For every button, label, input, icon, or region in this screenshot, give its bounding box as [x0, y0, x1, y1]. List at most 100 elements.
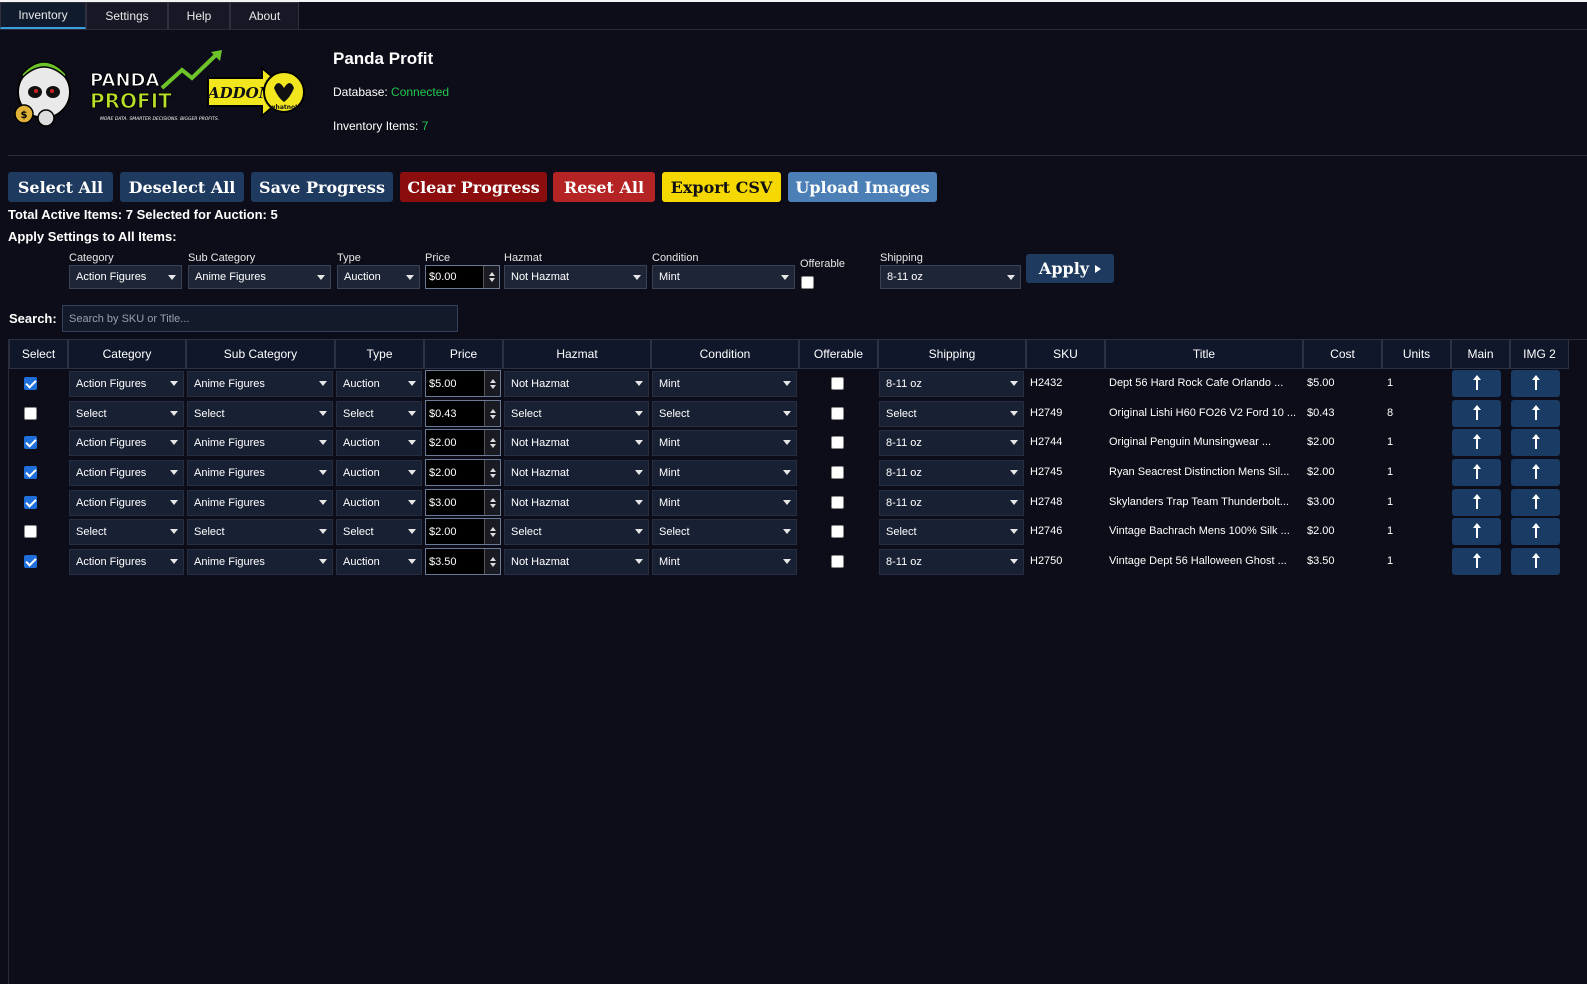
row-type-select[interactable]: Auction [336, 549, 422, 575]
column-header-hazmat[interactable]: Hazmat [503, 339, 651, 369]
row-hazmat-select[interactable]: Not Hazmat [504, 460, 649, 486]
row-condition-select[interactable]: Mint [652, 430, 797, 456]
row-sub-category-select[interactable]: Select [187, 519, 333, 545]
row-category-select[interactable]: Action Figures [69, 430, 184, 456]
column-header-type[interactable]: Type [335, 339, 424, 369]
column-header-price[interactable]: Price [424, 339, 503, 369]
column-header-sub-category[interactable]: Sub Category [186, 339, 335, 369]
row-img2-upload-button[interactable] [1511, 400, 1560, 427]
clear-progress-button[interactable]: Clear Progress [400, 172, 547, 202]
row-sub-category-select[interactable]: Anime Figures [187, 460, 333, 486]
row-type-select[interactable]: Auction [336, 371, 422, 397]
save-progress-button[interactable]: Save Progress [251, 172, 393, 202]
column-header-units[interactable]: Units [1382, 339, 1451, 369]
row-shipping-select[interactable]: Select [879, 401, 1024, 427]
row-select-checkbox[interactable] [24, 525, 37, 538]
spinner-arrows-icon[interactable] [483, 266, 499, 288]
row-condition-select[interactable]: Select [652, 401, 797, 427]
row-img2-upload-button[interactable] [1511, 489, 1560, 516]
row-category-select[interactable]: Action Figures [69, 371, 184, 397]
row-main-image-upload-button[interactable] [1452, 370, 1501, 397]
row-select-checkbox[interactable] [24, 377, 37, 390]
row-type-select[interactable]: Auction [336, 460, 422, 486]
row-hazmat-select[interactable]: Not Hazmat [504, 430, 649, 456]
apply-hazmat-select[interactable]: Not Hazmat [504, 265, 647, 289]
column-header-category[interactable]: Category [68, 339, 186, 369]
apply-type-select[interactable]: Auction [337, 265, 420, 289]
row-main-image-upload-button[interactable] [1452, 489, 1501, 516]
row-offerable-checkbox[interactable] [831, 466, 844, 479]
spinner-arrows-icon[interactable] [484, 490, 500, 515]
apply-offerable-checkbox[interactable] [801, 276, 814, 289]
row-offerable-checkbox[interactable] [831, 496, 844, 509]
row-price-input[interactable]: $2.00 [425, 429, 501, 456]
column-header-condition[interactable]: Condition [651, 339, 799, 369]
row-condition-select[interactable]: Select [652, 519, 797, 545]
row-main-image-upload-button[interactable] [1452, 518, 1501, 545]
tab-inventory[interactable]: Inventory [0, 2, 86, 29]
export-csv-button[interactable]: Export CSV [662, 172, 781, 202]
row-shipping-select[interactable]: 8-11 oz [879, 549, 1024, 575]
deselect-all-button[interactable]: Deselect All [120, 172, 244, 202]
row-condition-select[interactable]: Mint [652, 371, 797, 397]
row-price-input[interactable]: $3.00 [425, 489, 501, 516]
row-sub-category-select[interactable]: Select [187, 401, 333, 427]
row-select-checkbox[interactable] [24, 436, 37, 449]
row-condition-select[interactable]: Mint [652, 549, 797, 575]
row-sub-category-select[interactable]: Anime Figures [187, 490, 333, 516]
column-header-cost[interactable]: Cost [1303, 339, 1382, 369]
spinner-arrows-icon[interactable] [484, 549, 500, 574]
row-hazmat-select[interactable]: Select [504, 519, 649, 545]
column-header-sku[interactable]: SKU [1026, 339, 1105, 369]
row-hazmat-select[interactable]: Select [504, 401, 649, 427]
spinner-arrows-icon[interactable] [484, 371, 500, 396]
row-main-image-upload-button[interactable] [1452, 429, 1501, 456]
row-shipping-select[interactable]: 8-11 oz [879, 430, 1024, 456]
row-offerable-checkbox[interactable] [831, 555, 844, 568]
row-img2-upload-button[interactable] [1511, 548, 1560, 575]
row-offerable-checkbox[interactable] [831, 436, 844, 449]
row-main-image-upload-button[interactable] [1452, 400, 1501, 427]
row-type-select[interactable]: Auction [336, 430, 422, 456]
apply-shipping-select[interactable]: 8-11 oz [880, 265, 1021, 289]
column-header-img2[interactable]: IMG 2 [1510, 339, 1569, 369]
row-price-input[interactable]: $2.00 [425, 518, 501, 545]
spinner-arrows-icon[interactable] [484, 401, 500, 426]
row-shipping-select[interactable]: 8-11 oz [879, 371, 1024, 397]
row-sub-category-select[interactable]: Anime Figures [187, 549, 333, 575]
row-offerable-checkbox[interactable] [831, 525, 844, 538]
tab-help[interactable]: Help [168, 2, 230, 29]
row-type-select[interactable]: Auction [336, 490, 422, 516]
row-hazmat-select[interactable]: Not Hazmat [504, 549, 649, 575]
column-header-select[interactable]: Select [9, 339, 68, 369]
row-img2-upload-button[interactable] [1511, 370, 1560, 397]
row-offerable-checkbox[interactable] [831, 377, 844, 390]
row-img2-upload-button[interactable] [1511, 459, 1560, 486]
row-type-select[interactable]: Select [336, 401, 422, 427]
column-header-title[interactable]: Title [1105, 339, 1303, 369]
row-sub-category-select[interactable]: Anime Figures [187, 371, 333, 397]
row-img2-upload-button[interactable] [1511, 518, 1560, 545]
reset-all-button[interactable]: Reset All [553, 172, 655, 202]
tab-settings[interactable]: Settings [86, 2, 168, 29]
spinner-arrows-icon[interactable] [484, 460, 500, 485]
row-shipping-select[interactable]: 8-11 oz [879, 490, 1024, 516]
row-select-checkbox[interactable] [24, 407, 37, 420]
row-category-select[interactable]: Select [69, 519, 184, 545]
row-shipping-select[interactable]: Select [879, 519, 1024, 545]
spinner-arrows-icon[interactable] [484, 430, 500, 455]
row-category-select[interactable]: Action Figures [69, 549, 184, 575]
apply-category-select[interactable]: Action Figures [69, 265, 182, 289]
row-type-select[interactable]: Select [336, 519, 422, 545]
row-category-select[interactable]: Action Figures [69, 490, 184, 516]
row-hazmat-select[interactable]: Not Hazmat [504, 371, 649, 397]
row-price-input[interactable]: $3.50 [425, 548, 501, 575]
column-header-main[interactable]: Main [1451, 339, 1510, 369]
row-offerable-checkbox[interactable] [831, 407, 844, 420]
row-condition-select[interactable]: Mint [652, 460, 797, 486]
row-price-input[interactable]: $0.43 [425, 400, 501, 427]
tab-about[interactable]: About [230, 2, 299, 29]
search-input[interactable] [62, 305, 458, 332]
spinner-arrows-icon[interactable] [484, 519, 500, 544]
row-shipping-select[interactable]: 8-11 oz [879, 460, 1024, 486]
